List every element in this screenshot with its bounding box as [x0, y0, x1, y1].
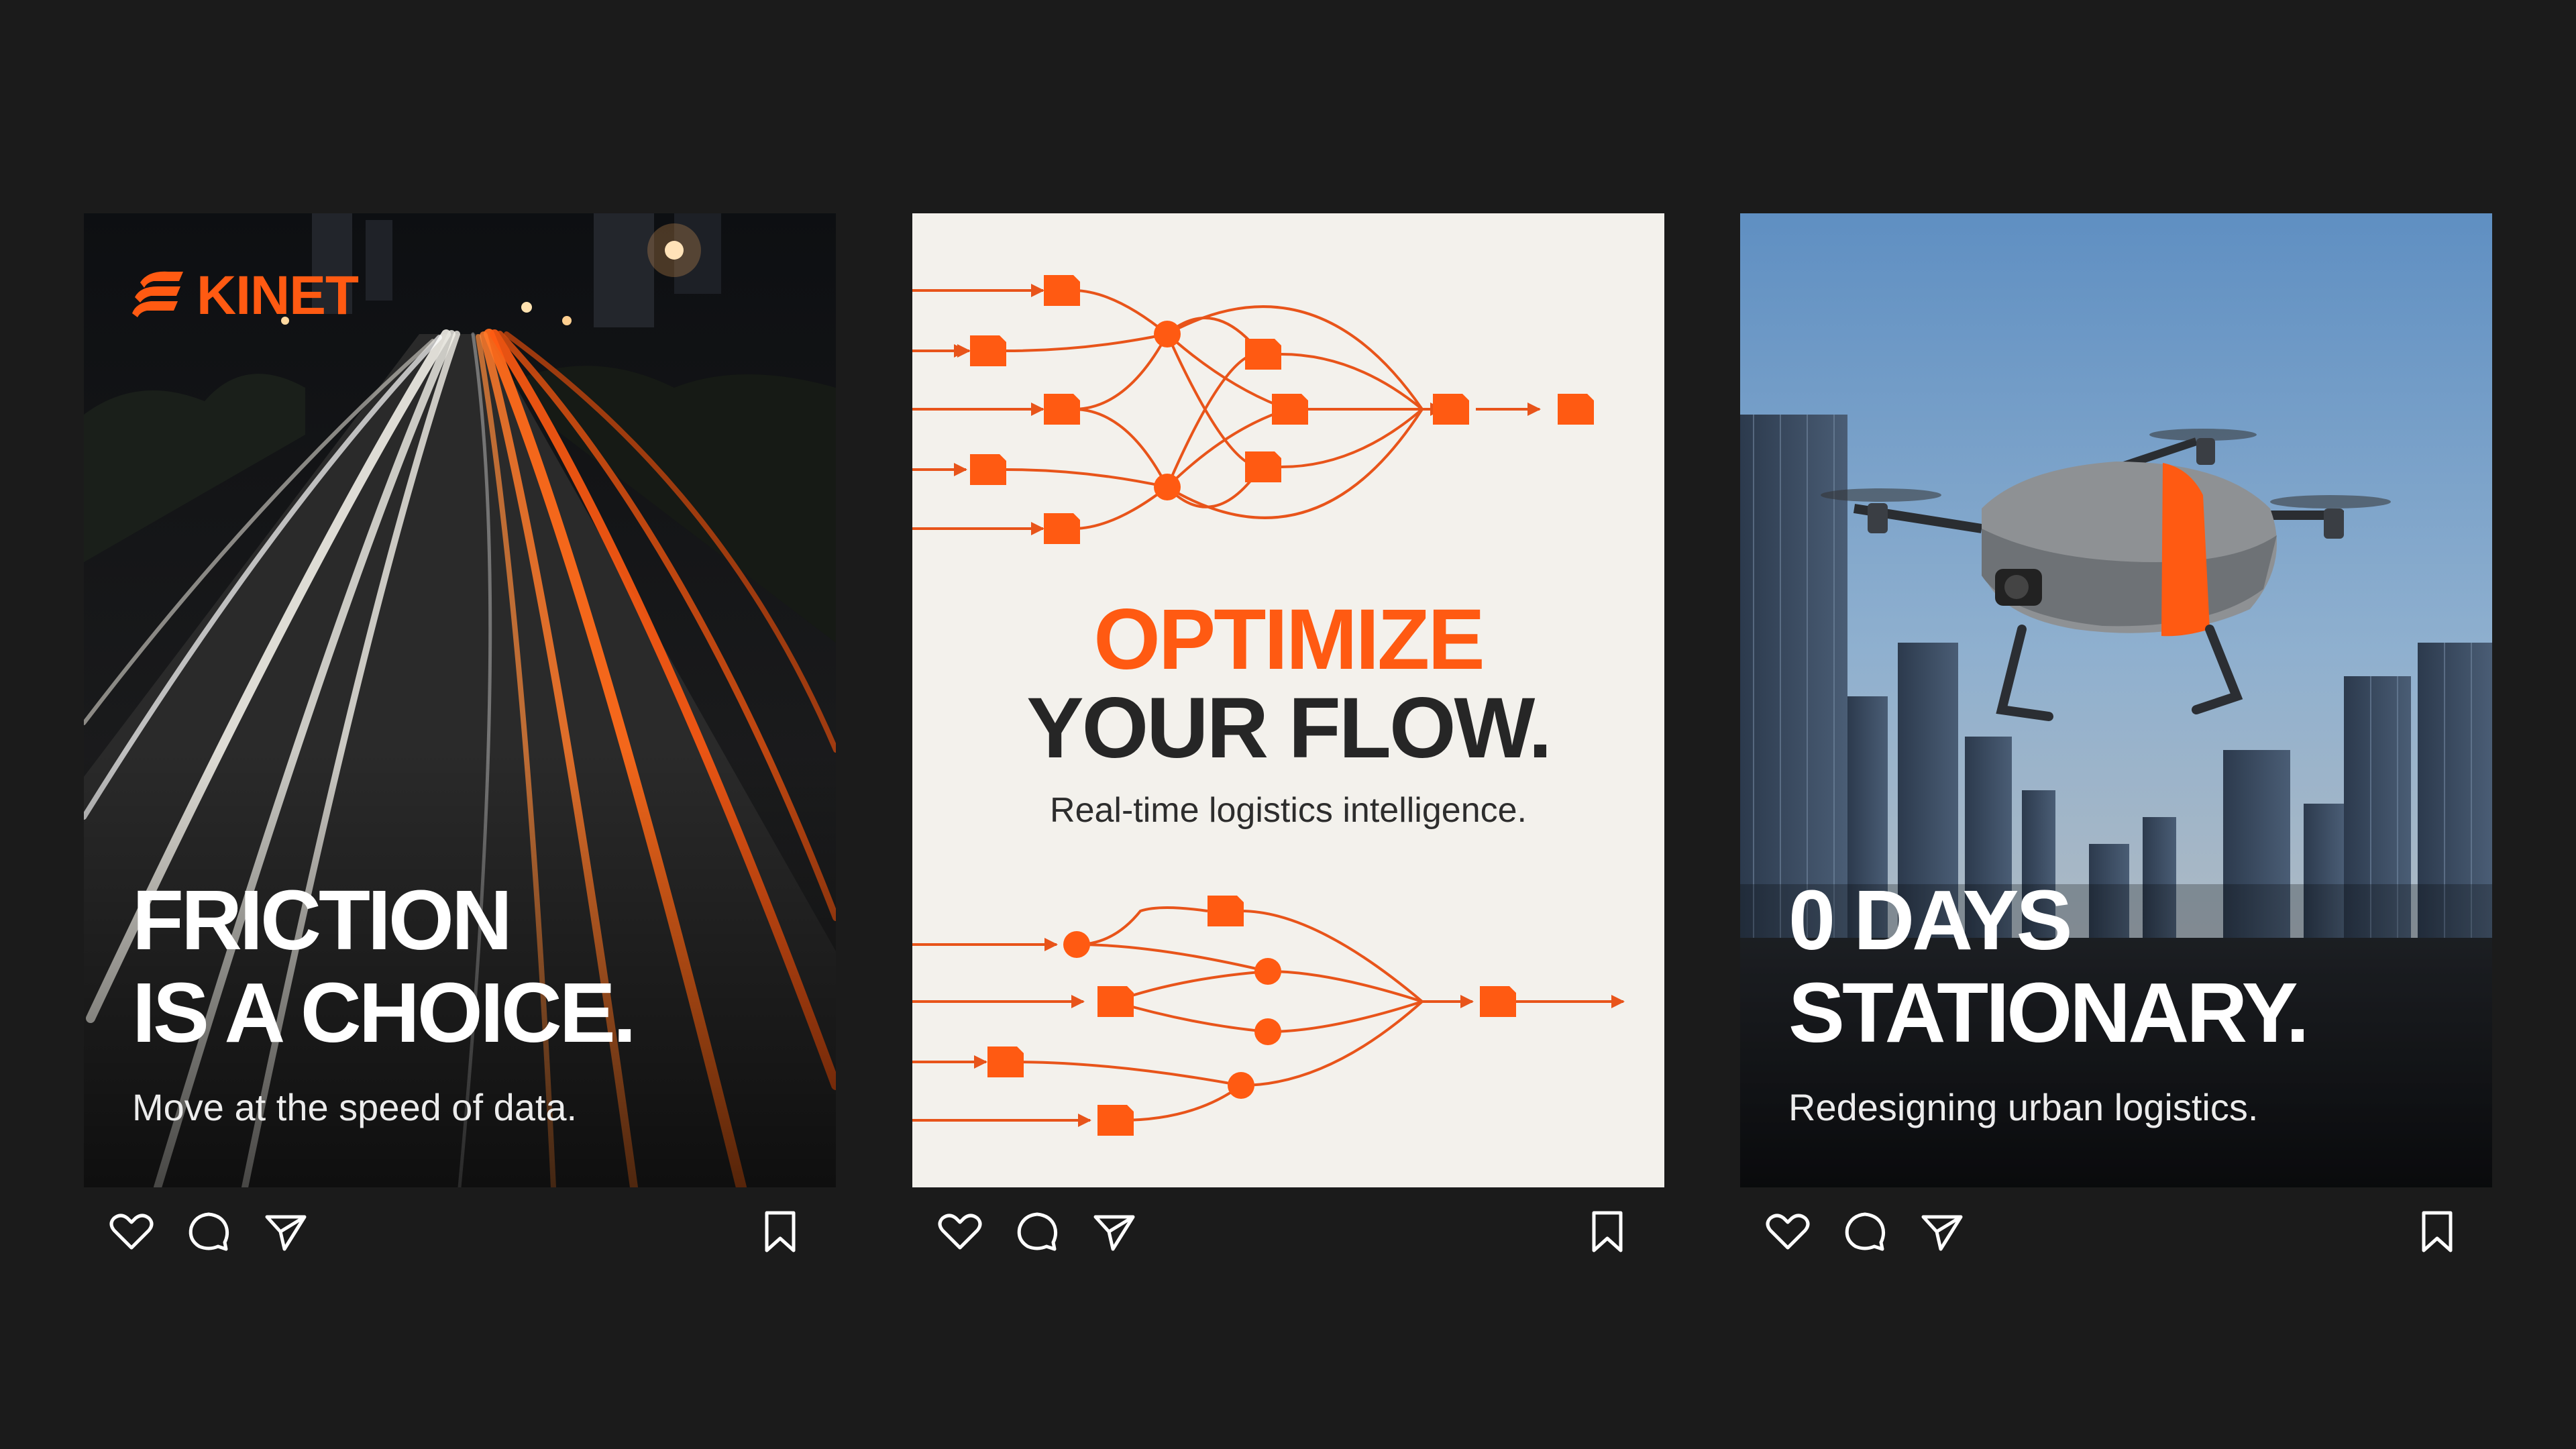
share-button[interactable]: [262, 1208, 310, 1256]
bookmark-icon: [2422, 1211, 2453, 1252]
save-button[interactable]: [1583, 1208, 1631, 1256]
post-headline: YOUR FLOW.: [1026, 680, 1552, 776]
post-actions-1: [84, 1208, 836, 1261]
headline-line-1: FRICTION: [132, 873, 513, 967]
post-subline: Redesigning urban logistics.: [1788, 1086, 2259, 1128]
headline-line-1: 0 DAYS: [1788, 873, 2073, 967]
post-card-3[interactable]: 0 DAYS STATIONARY. Redesigning urban log…: [1740, 213, 2492, 1187]
brand-logo: KINET: [131, 264, 359, 328]
post-actions-2: [912, 1208, 1664, 1261]
bookmark-icon: [1592, 1211, 1623, 1252]
headline-line-2: STATIONARY.: [1788, 965, 2310, 1060]
comment-button[interactable]: [1841, 1208, 1889, 1256]
heart-icon: [1766, 1214, 1810, 1250]
share-button[interactable]: [1918, 1208, 1966, 1256]
heart-icon: [938, 1214, 982, 1250]
share-button[interactable]: [1090, 1208, 1138, 1256]
comment-button[interactable]: [1013, 1208, 1061, 1256]
post-subline: Real-time logistics intelligence.: [1050, 791, 1527, 830]
post-subline: Move at the speed of data.: [132, 1086, 578, 1128]
post-card-1[interactable]: KINET FRICTION IS A CHOICE. Move at the …: [84, 213, 836, 1187]
share-icon: [1093, 1215, 1135, 1251]
heart-icon: [109, 1214, 154, 1250]
bookmark-icon: [765, 1211, 796, 1252]
save-button[interactable]: [756, 1208, 804, 1256]
share-icon: [265, 1215, 307, 1251]
share-icon: [1921, 1215, 1963, 1251]
post-headline: 0 DAYS STATIONARY.: [1788, 873, 2310, 1060]
comment-icon: [1845, 1212, 1886, 1251]
comment-icon: [189, 1212, 229, 1251]
comment-icon: [1017, 1212, 1058, 1251]
brand-name: KINET: [197, 265, 359, 326]
comment-button[interactable]: [184, 1208, 233, 1256]
save-button[interactable]: [2413, 1208, 2461, 1256]
kinet-logo-icon: [132, 271, 183, 317]
post-headline-accent: OPTIMIZE: [1093, 592, 1485, 688]
like-button[interactable]: [107, 1208, 156, 1256]
post-headline: FRICTION IS A CHOICE.: [132, 873, 637, 1060]
headline-line-2: IS A CHOICE.: [132, 965, 637, 1060]
like-button[interactable]: [936, 1208, 984, 1256]
like-button[interactable]: [1764, 1208, 1812, 1256]
post-card-2[interactable]: OPTIMIZE YOUR FLOW. Real-time logistics …: [912, 213, 1664, 1187]
post-actions-3: [1740, 1208, 2492, 1261]
